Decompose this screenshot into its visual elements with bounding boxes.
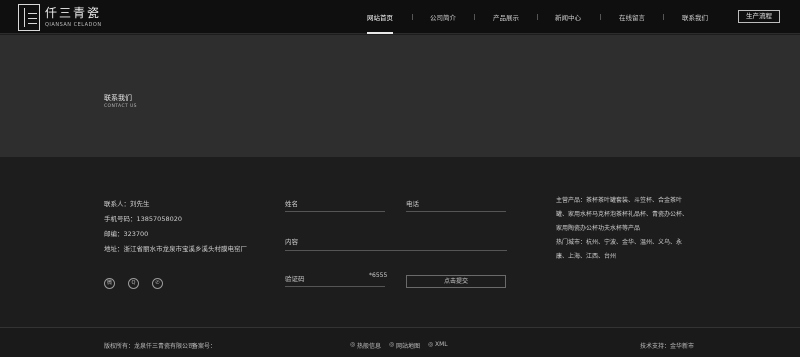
brand-name-cn: 仟三青瓷 <box>45 6 102 20</box>
contact-address: 地址：浙江省丽水市龙泉市宝溪乡溪头村膜电窑厂 <box>104 245 247 253</box>
nav-item-news[interactable]: 新闻中心 <box>555 12 581 22</box>
logo-mark-icon <box>18 4 40 31</box>
main-products-text: 主营产品：茶杯茶叶罐套装、斗笠杯、合金茶叶罐、家用水杯马克杯泡茶杯礼品杯、青瓷办… <box>556 197 689 232</box>
xml-icon: ◎ <box>428 341 434 348</box>
sitemap-icon: ◎ <box>389 341 395 348</box>
name-field[interactable] <box>285 211 385 212</box>
nav-item-message[interactable]: 在线留言 <box>619 12 645 22</box>
submit-button[interactable]: 点击提交 <box>406 275 506 288</box>
hot-info-icon: ◎ <box>350 341 356 348</box>
phone-field[interactable] <box>406 211 506 212</box>
hot-info-link[interactable]: 热般信息 <box>357 341 381 350</box>
xml-link[interactable]: XML <box>435 341 448 348</box>
captcha-field[interactable] <box>285 286 385 287</box>
contact-phone: 手机号码：13857058020 <box>104 215 182 223</box>
wechat-icon[interactable]: ✆ <box>152 278 163 289</box>
nav-divider <box>663 14 664 20</box>
hot-cities-text: 热门城市：杭州、宁波、金华、温州、义乌、永康、上海、江西、台州 <box>556 239 683 260</box>
copyright-text: 版权所有：龙泉仟三青瓷有限公司 <box>104 343 195 350</box>
brand-name-en: QIANSAN CELADON <box>45 22 102 28</box>
sitemap-link[interactable]: 网站地图 <box>396 341 420 350</box>
icp-text: 备案号： <box>192 343 217 350</box>
nav-divider <box>537 14 538 20</box>
content-field-label: 内容 <box>285 238 298 246</box>
content-field[interactable] <box>285 250 507 251</box>
nav-item-products[interactable]: 产品展示 <box>493 12 519 22</box>
tech-support-text: 技术支持：金华新市 <box>640 343 695 350</box>
page-title: 联系我们 <box>104 94 132 102</box>
captcha-code[interactable]: *6555 <box>369 272 387 279</box>
contact-postcode: 邮编：323700 <box>104 230 149 238</box>
phone-field-label: 电话 <box>406 200 419 208</box>
brand-logo[interactable]: 仟三青瓷 QIANSAN CELADON <box>18 4 114 31</box>
nav-divider <box>600 14 601 20</box>
page-subtitle: CONTACT US <box>104 104 137 109</box>
weibo-icon[interactable]: 微 <box>104 278 115 289</box>
name-field-label: 姓名 <box>285 200 298 208</box>
nav-divider <box>412 14 413 20</box>
site-header: 仟三青瓷 QIANSAN CELADON 网站首页 公司简介 产品展示 新闻中心… <box>0 0 800 34</box>
nav-item-home[interactable]: 网站首页 <box>367 12 393 22</box>
nav-active-indicator <box>367 32 393 34</box>
nav-item-about[interactable]: 公司简介 <box>430 12 456 22</box>
nav-item-contact[interactable]: 联系我们 <box>682 12 708 22</box>
qq-icon[interactable]: Q <box>128 278 139 289</box>
captcha-field-label: 验证码 <box>285 275 305 283</box>
production-process-button[interactable]: 生产流程 <box>738 10 780 23</box>
contact-person: 联系人：刘先生 <box>104 200 150 208</box>
nav-divider <box>474 14 475 20</box>
